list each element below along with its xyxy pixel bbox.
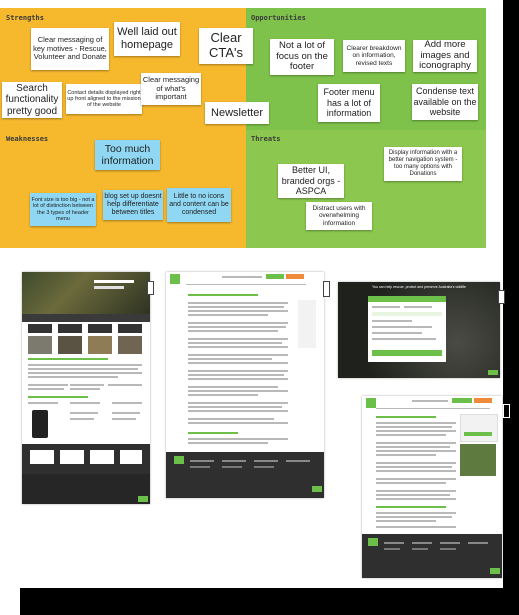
website-donate-screenshot: You can help rescue, protect and preserv… (338, 282, 500, 378)
sticky-note[interactable]: Newsletter (205, 102, 269, 124)
sticky-note[interactable]: Better UI, branded orgs - ASPCA (278, 164, 344, 198)
donate-submit-button[interactable] (372, 350, 442, 356)
sticky-note[interactable]: Display information with a better naviga… (384, 147, 462, 181)
scroll-indicator (503, 404, 510, 418)
scroll-indicator (323, 281, 330, 297)
possum-photo (58, 336, 82, 354)
weaknesses-title: Weaknesses (6, 135, 49, 143)
threats-title: Threats (251, 135, 281, 143)
sticky-note[interactable]: Not a lot of focus on the footer (270, 39, 334, 75)
sticky-note[interactable]: Little to no icons and content can be co… (167, 188, 231, 222)
donate-heading: You can help rescue, protect and preserv… (372, 285, 466, 289)
website-article-screenshot (362, 396, 502, 578)
sidebar-form (460, 414, 498, 442)
website-homepage-screenshot (22, 272, 150, 504)
sticky-note[interactable]: Distract users with overwhelming informa… (306, 202, 372, 230)
hero-image (22, 272, 150, 314)
koala-photo (28, 336, 52, 354)
bird-photo (88, 336, 112, 354)
footer (22, 474, 150, 504)
sticky-note[interactable]: Add more images and iconography (413, 39, 477, 72)
scroll-indicator (498, 290, 505, 304)
logo (366, 398, 376, 408)
kangaroo-photo (118, 336, 142, 354)
swot-board: Strengths Opportunities Weaknesses Threa… (0, 0, 519, 255)
sticky-note[interactable]: Clear CTA's (199, 28, 253, 64)
phone-mockup (32, 410, 48, 438)
sticky-note[interactable]: blog set up doesnt help differentiate be… (103, 190, 163, 220)
sticky-note[interactable]: Footer menu has a lot of information (318, 84, 380, 122)
footer (166, 452, 324, 498)
sticky-note[interactable]: Well laid out homepage (114, 22, 180, 56)
article-photo (460, 444, 496, 476)
sticky-note[interactable]: Clearer breakdown on information, revise… (343, 40, 405, 72)
scroll-indicator (147, 281, 154, 295)
logo (170, 274, 180, 284)
sticky-note[interactable]: Search functionality pretty good (2, 82, 62, 118)
website-content-screenshot (166, 272, 324, 498)
right-edge-frame (503, 0, 519, 615)
sticky-note[interactable]: Condense text available on the website (412, 84, 478, 120)
strengths-title: Strengths (6, 14, 44, 22)
sticky-note[interactable]: Too much information (95, 140, 160, 170)
opportunities-title: Opportunities (251, 14, 306, 22)
sticky-note[interactable]: Contact details displayed right up front… (66, 84, 142, 114)
sticky-note[interactable]: Clear messaging of what's important (141, 73, 201, 105)
bottom-frame (20, 588, 519, 615)
sticky-note[interactable]: Font size is too big - not a lot of dist… (30, 193, 96, 226)
sticky-note[interactable]: Clear messaging of key motives - Rescue,… (31, 28, 109, 70)
footer (362, 534, 502, 578)
